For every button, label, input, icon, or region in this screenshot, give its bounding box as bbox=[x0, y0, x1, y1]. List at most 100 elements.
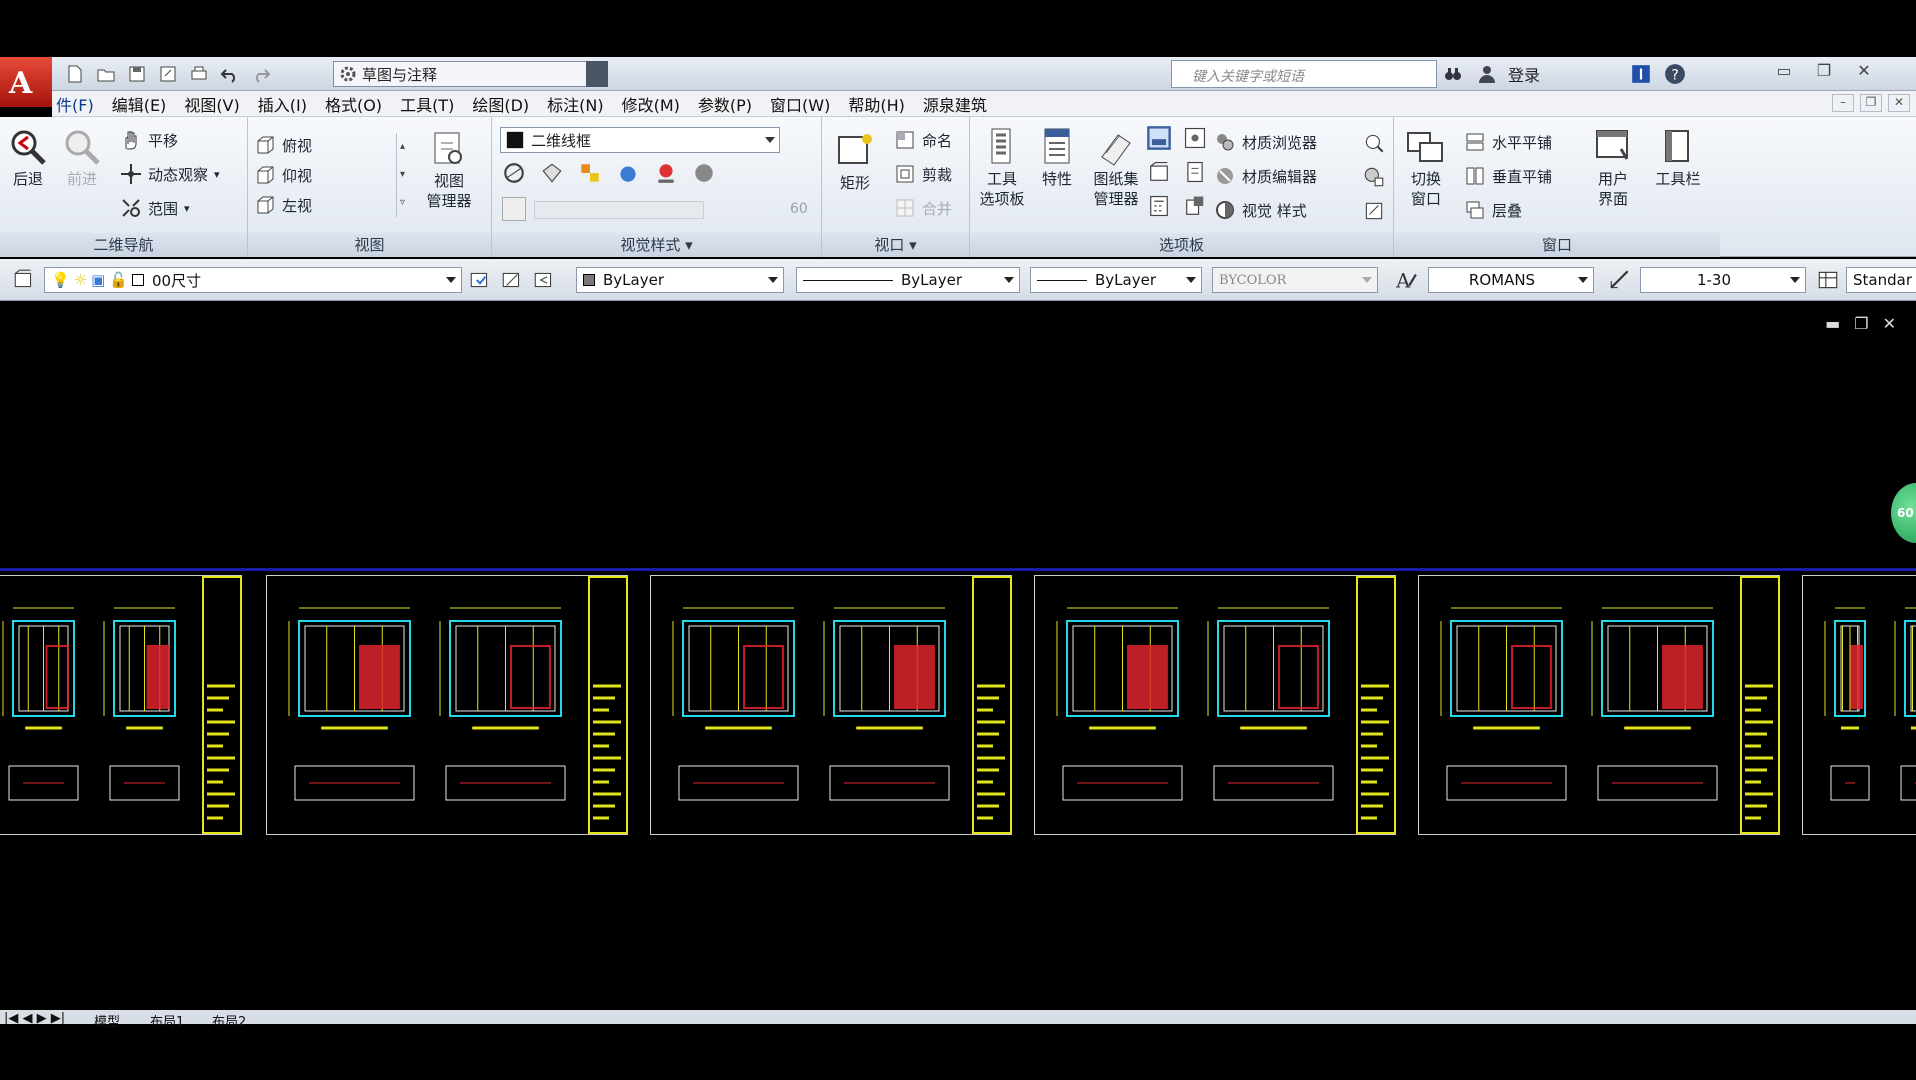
material-editor-button[interactable]: 材质编辑器 bbox=[1214, 165, 1317, 187]
lights-icon[interactable] bbox=[1362, 131, 1386, 155]
environment-icon[interactable] bbox=[502, 197, 526, 221]
extents-button[interactable]: 范围 ▾ bbox=[120, 197, 190, 219]
workspace-dropdown[interactable]: 草图与注释 bbox=[333, 61, 605, 87]
binoculars-button[interactable] bbox=[1440, 61, 1466, 87]
save-as-button[interactable] bbox=[155, 62, 181, 86]
viewport-clip-button[interactable]: 剪裁 bbox=[894, 163, 952, 185]
user-button[interactable] bbox=[1474, 61, 1500, 87]
forward-button[interactable]: 前进 bbox=[60, 127, 104, 189]
exchange-button[interactable] bbox=[1628, 61, 1654, 87]
shadow-icon[interactable] bbox=[540, 161, 564, 185]
menu-item-11[interactable]: 帮助(H) bbox=[839, 92, 914, 116]
minimize-icon[interactable]: ▭ bbox=[1766, 58, 1802, 82]
tab-nav-arrows[interactable]: |◀ ◀ ▶ ▶| bbox=[4, 1011, 65, 1026]
menu-item-9[interactable]: 参数(P) bbox=[689, 92, 761, 116]
tab-model[interactable]: 模型 bbox=[94, 1011, 120, 1030]
open-button[interactable] bbox=[93, 62, 119, 86]
plotstyle-dropdown[interactable]: BYCOLOR bbox=[1212, 267, 1378, 293]
viewport-rect-button[interactable]: 矩形 bbox=[832, 131, 878, 193]
lineweight-dropdown[interactable]: ByLayer bbox=[1030, 267, 1202, 293]
user-interface-button[interactable]: 用户 界面 bbox=[1588, 127, 1638, 209]
back-button[interactable]: 后退 bbox=[6, 127, 50, 189]
menu-item-2[interactable]: 视图(V) bbox=[175, 92, 248, 116]
new-button[interactable] bbox=[62, 62, 88, 86]
properties-button[interactable]: 特性 bbox=[1032, 127, 1082, 189]
plot-button[interactable] bbox=[186, 62, 212, 86]
menu-item-10[interactable]: 窗口(W) bbox=[761, 92, 839, 116]
menu-item-1[interactable]: 编辑(E) bbox=[103, 92, 176, 116]
menu-item-7[interactable]: 标注(N) bbox=[538, 92, 612, 116]
doc-restore-icon[interactable]: ❐ bbox=[1860, 94, 1882, 112]
chevron-down-icon[interactable]: ▾ bbox=[184, 202, 190, 215]
tab-layout1[interactable]: 布局1 bbox=[150, 1011, 184, 1030]
layer-dropdown[interactable]: 💡 ☼ ▣ 🔓 00尺寸 bbox=[44, 267, 462, 293]
table-style-icon[interactable] bbox=[1816, 268, 1840, 292]
dim-style-dropdown[interactable]: 1-30 bbox=[1640, 267, 1806, 293]
view-left-item[interactable]: 左视 bbox=[254, 194, 312, 216]
view-manager-button[interactable]: 视图 管理器 bbox=[420, 129, 478, 211]
menu-item-8[interactable]: 修改(M) bbox=[613, 92, 689, 116]
doc-close-icon[interactable]: ✕ bbox=[1888, 94, 1910, 112]
sun-freeze-icon[interactable]: ☼ bbox=[74, 271, 87, 289]
login-link[interactable]: 登录 bbox=[1508, 62, 1540, 86]
sheet-set-button[interactable]: 图纸集 管理器 bbox=[1086, 127, 1146, 209]
redo-button[interactable] bbox=[248, 62, 274, 86]
cascade-button[interactable]: 层叠 bbox=[1464, 199, 1522, 221]
menu-item-6[interactable]: 绘图(D) bbox=[463, 92, 538, 116]
view-top-item[interactable]: 俯视 bbox=[254, 134, 312, 156]
undo-button[interactable] bbox=[217, 62, 243, 86]
layer-properties-icon[interactable] bbox=[12, 268, 36, 292]
help-button[interactable]: ? bbox=[1662, 61, 1688, 87]
parameters-icon[interactable] bbox=[1362, 199, 1386, 223]
menu-item-4[interactable]: 格式(O) bbox=[316, 92, 391, 116]
viewport-restore-icon[interactable]: ❐ bbox=[1854, 314, 1868, 333]
linetype-dropdown[interactable]: ByLayer bbox=[796, 267, 1020, 293]
layer-previous-icon[interactable] bbox=[532, 268, 556, 292]
doc-minimize-icon[interactable]: – bbox=[1832, 94, 1854, 112]
dbconnect-icon[interactable] bbox=[1182, 193, 1208, 219]
render-icon[interactable] bbox=[1362, 165, 1386, 189]
viewport-minimize-icon[interactable]: ▬ bbox=[1825, 314, 1840, 333]
command-line-icon[interactable] bbox=[1146, 125, 1172, 151]
view-bottom-item[interactable]: 仰视 bbox=[254, 164, 312, 186]
close-icon[interactable]: ✕ bbox=[1846, 58, 1882, 82]
application-menu-button[interactable]: A bbox=[0, 57, 52, 107]
menu-item-3[interactable]: 插入(I) bbox=[249, 92, 316, 116]
calculator-icon[interactable] bbox=[1146, 193, 1172, 219]
save-button[interactable] bbox=[124, 62, 150, 86]
dimension-style-icon[interactable] bbox=[1608, 268, 1632, 292]
restore-icon[interactable]: ❐ bbox=[1806, 58, 1842, 82]
lightbulb-icon[interactable]: 💡 bbox=[51, 271, 70, 289]
xray-icon[interactable] bbox=[578, 161, 602, 185]
table-style-dropdown[interactable]: Standar bbox=[1846, 267, 1916, 293]
viewport-named-button[interactable]: 命名 bbox=[894, 129, 952, 151]
material-sphere-icon[interactable] bbox=[692, 161, 716, 185]
edge-effects-icon[interactable] bbox=[502, 161, 526, 185]
orbit-button[interactable]: 动态观察 ▾ bbox=[120, 163, 220, 185]
toolbars-button[interactable]: 工具栏 bbox=[1650, 127, 1706, 189]
layer-match-icon[interactable] bbox=[500, 268, 524, 292]
unlock-icon[interactable]: 🔓 bbox=[109, 271, 128, 289]
viewport-close-icon[interactable]: ✕ bbox=[1883, 314, 1896, 333]
tile-horizontal-button[interactable]: 水平平铺 bbox=[1464, 131, 1552, 153]
viewport-freeze-icon[interactable]: ▣ bbox=[91, 271, 105, 289]
sun-icon[interactable] bbox=[654, 161, 678, 185]
tool-palettes-button[interactable]: 工具 选项板 bbox=[976, 127, 1028, 209]
search-input[interactable]: 键入关键字或短语 bbox=[1171, 60, 1437, 88]
views-scrollbar[interactable]: ▴ ▾ ▿ bbox=[396, 133, 408, 217]
visual-style-dropdown[interactable]: 二维线框 bbox=[500, 127, 780, 153]
lighting-icon[interactable] bbox=[616, 161, 640, 185]
viewport-join-button[interactable]: 合并 bbox=[894, 197, 952, 219]
markup-icon[interactable] bbox=[1182, 159, 1208, 185]
make-current-icon[interactable] bbox=[468, 268, 492, 292]
menu-item-12[interactable]: 源泉建筑 bbox=[914, 92, 996, 116]
menu-item-5[interactable]: 工具(T) bbox=[391, 92, 463, 116]
switch-window-button[interactable]: 切换 窗口 bbox=[1402, 127, 1450, 209]
material-browser-button[interactable]: 材质浏览器 bbox=[1214, 131, 1317, 153]
text-style-icon[interactable]: A bbox=[1394, 268, 1418, 292]
chevron-down-icon[interactable]: ▾ bbox=[214, 168, 220, 181]
color-dropdown[interactable]: ByLayer bbox=[576, 267, 784, 293]
pan-button[interactable]: 平移 bbox=[120, 129, 178, 151]
tab-layout2[interactable]: 布局2 bbox=[212, 1011, 246, 1030]
text-style-dropdown[interactable]: ROMANS bbox=[1428, 267, 1594, 293]
